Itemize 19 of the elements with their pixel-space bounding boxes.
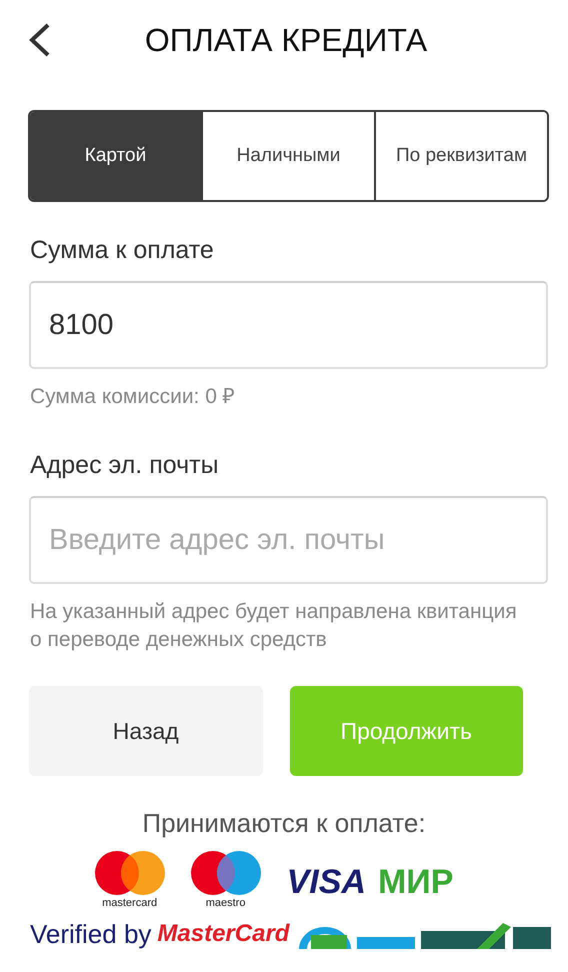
field-label: Адрес эл. почты — [30, 451, 220, 480]
visa-logo: VISA — [286, 863, 366, 902]
mastercard-circles-icon — [94, 851, 165, 895]
mastercard-securecode-logo: MasterCard — [157, 919, 290, 949]
payment-method-tab[interactable]: Картой — [30, 112, 201, 200]
maestro-circles-icon — [190, 851, 261, 895]
accepted-payments-title: Принимаются к оплате: — [141, 808, 427, 839]
back-button[interactable]: Назад — [29, 686, 262, 776]
commission-text: Сумма комиссии: 0 ₽ — [30, 384, 236, 410]
page-title: ОПЛАТА КРЕДИТА — [144, 22, 428, 58]
field-label: Сумма к оплате — [30, 236, 215, 265]
card-brand-name: maestro — [206, 897, 246, 909]
mir-logo: МИР — [378, 863, 454, 902]
payment-method-tab[interactable]: По реквизитам — [374, 112, 547, 200]
card-brand-name: mastercard — [102, 897, 158, 909]
amount-field[interactable]: 8100 — [29, 281, 548, 369]
email-hint-text: На указанный адрес будет направлена квитанция о переводе денежных средств — [30, 599, 518, 653]
email-field[interactable]: Введите адрес эл. почты — [29, 496, 548, 584]
verified-by-text: Verified by — [30, 919, 152, 949]
